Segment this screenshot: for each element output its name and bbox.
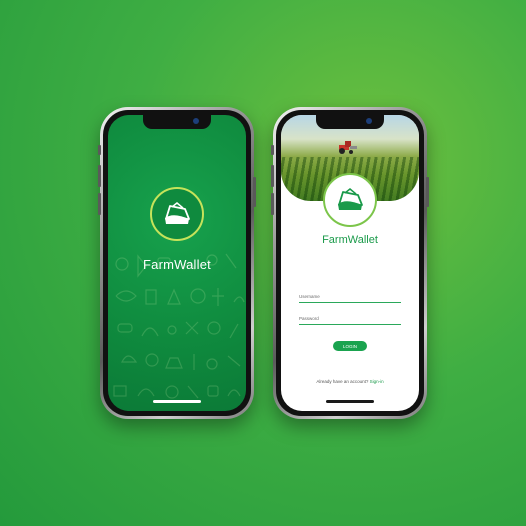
account-prompt: Already have an account? Sign-in [281, 379, 419, 384]
phone-side-button [98, 145, 101, 155]
farm-wallet-logo-icon [150, 187, 204, 241]
phone-side-button [426, 177, 429, 207]
app-title: FarmWallet [143, 257, 211, 272]
tractor-icon [339, 141, 357, 154]
phone-notch [143, 115, 211, 129]
phone-bezel: FarmWallet [103, 110, 251, 416]
phone-side-button [271, 145, 274, 155]
camera-icon [366, 118, 372, 124]
camera-icon [193, 118, 199, 124]
phone-bezel: FarmWallet Username Password LOGIN Alrea… [276, 110, 424, 416]
password-field[interactable]: Password [299, 310, 401, 325]
phone-splash: FarmWallet [98, 107, 256, 419]
home-indicator[interactable] [153, 400, 201, 403]
phone-side-button [253, 177, 256, 207]
wallet-house-icon [165, 202, 190, 224]
login-button[interactable]: LOGIN [333, 341, 367, 351]
login-screen: FarmWallet Username Password LOGIN Alrea… [281, 115, 419, 411]
username-field[interactable]: Username [299, 288, 401, 303]
phone-side-button [271, 165, 274, 187]
app-title: FarmWallet [322, 234, 378, 246]
phone-notch [316, 115, 384, 129]
sign-in-link[interactable]: Sign-in [370, 379, 384, 384]
home-indicator[interactable] [326, 400, 374, 403]
wallet-house-icon [338, 188, 363, 210]
phone-side-button [271, 193, 274, 215]
password-placeholder: Password [299, 316, 319, 321]
splash-screen: FarmWallet [108, 115, 246, 411]
phone-side-button [98, 165, 101, 187]
phone-login: FarmWallet Username Password LOGIN Alrea… [271, 107, 429, 419]
phone-side-button [98, 193, 101, 215]
username-placeholder: Username [299, 294, 320, 299]
farm-wallet-logo-icon [323, 173, 377, 227]
account-prompt-text: Already have an account? [316, 379, 369, 384]
